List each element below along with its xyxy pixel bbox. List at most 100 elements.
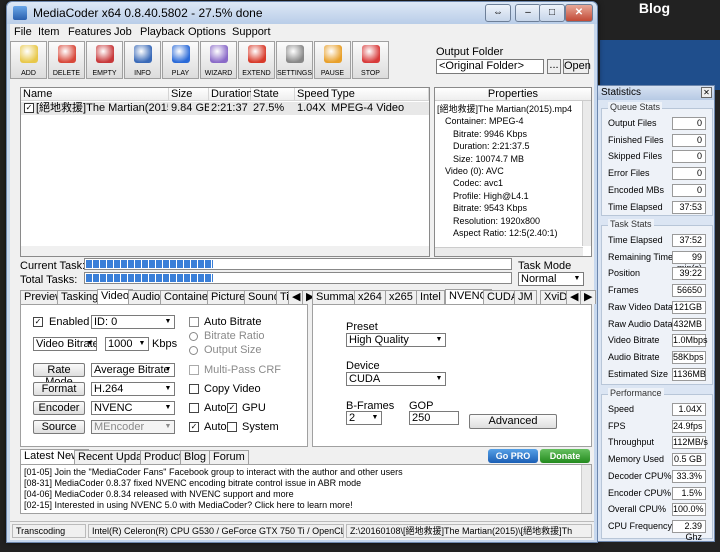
source-button[interactable]: Source	[33, 420, 85, 434]
bitrate-ratio-radio[interactable]	[189, 332, 198, 341]
tab-audio[interactable]: Audio	[128, 290, 165, 304]
minimize-button[interactable]: –	[515, 4, 541, 22]
property-line[interactable]: Bitrate: 9946 Kbps	[453, 128, 527, 140]
pause-button[interactable]: PAUSE	[314, 41, 351, 79]
go-pro-button[interactable]: Go PRO	[488, 449, 538, 463]
browse-button[interactable]: ...	[547, 59, 561, 74]
news-item[interactable]: [01-05] Join the "MediaCoder Fans" Faceb…	[24, 467, 403, 477]
property-line[interactable]: Container: MPEG-4	[445, 115, 524, 127]
device-select[interactable]: CUDA ▼	[346, 372, 446, 386]
donate-button[interactable]: Donate	[540, 449, 590, 463]
menu-support[interactable]: Support	[232, 26, 271, 38]
news-item[interactable]: [02-15] Interested in using NVENC 5.0 wi…	[24, 500, 353, 510]
format-select[interactable]: H.264 ▼	[91, 382, 175, 396]
column-duration[interactable]: Duration	[209, 88, 253, 101]
menu-item[interactable]: Item	[38, 26, 59, 38]
maximize-button[interactable]: □	[539, 4, 565, 22]
menu-playback[interactable]: Playback	[140, 26, 185, 38]
title-bar[interactable]: MediaCoder x64 0.8.40.5802 - 27.5% done …	[7, 2, 597, 24]
tab-forum[interactable]: Forum	[209, 450, 249, 464]
column-speed[interactable]: Speed	[295, 88, 329, 101]
gpu-checkbox[interactable]: ✓	[227, 403, 237, 413]
stat-value: 39:22	[672, 267, 706, 281]
encoder-auto-checkbox[interactable]	[189, 403, 199, 413]
encoder-auto-label: Auto	[204, 402, 227, 414]
source-select[interactable]: MEncoder ▼	[91, 420, 175, 434]
bframes-select[interactable]: 2 ▼	[346, 411, 382, 425]
property-line[interactable]: Codec: avc1	[453, 177, 503, 189]
column-state[interactable]: State	[251, 88, 295, 101]
menu-features[interactable]: Features	[68, 26, 111, 38]
properties-hscrollbar[interactable]	[435, 247, 583, 256]
stat-value: 37:52	[672, 234, 706, 247]
column-size[interactable]: Size	[169, 88, 209, 101]
stop-button[interactable]: STOP	[352, 41, 389, 79]
row-checkbox[interactable]: ✓	[24, 103, 34, 113]
close-button[interactable]: ✕	[565, 4, 593, 22]
enabled-checkbox[interactable]: ✓	[33, 317, 43, 327]
property-line[interactable]: Video (0): AVC	[445, 165, 504, 177]
properties-vscrollbar[interactable]	[582, 101, 591, 246]
menu-file[interactable]: File	[14, 26, 32, 38]
property-line[interactable]: Bitrate: 9543 Kbps	[453, 202, 527, 214]
encoder-select[interactable]: NVENC ▼	[91, 401, 175, 415]
system-checkbox[interactable]	[227, 422, 237, 432]
bitrate-mode-select[interactable]: Video Bitrate ▼	[33, 337, 97, 351]
close-icon[interactable]: ✕	[701, 87, 712, 98]
news-scrollbar[interactable]	[581, 465, 591, 513]
add-button[interactable]: ADD	[10, 41, 47, 79]
column-name[interactable]: Name	[21, 88, 169, 101]
compact-view-button[interactable]: ⇔	[485, 4, 511, 22]
property-line[interactable]: [絕地救援]The Martian(2015).mp4	[437, 103, 572, 115]
bitrate-value: 1000	[108, 338, 133, 350]
news-item[interactable]: [08-31] MediaCoder 0.8.37 fixed NVENC en…	[24, 478, 361, 488]
menu-options[interactable]: Options	[188, 26, 226, 38]
output-size-radio[interactable]	[189, 346, 198, 355]
tab-x265[interactable]: x265	[385, 290, 417, 304]
tab-x264[interactable]: x264	[354, 290, 386, 304]
rate-mode-select[interactable]: Average Bitrate ▼	[91, 363, 175, 377]
rate-mode-button[interactable]: Rate Mode	[33, 363, 85, 388]
tab-tasking[interactable]: Tasking	[57, 290, 103, 304]
empty-button[interactable]: EMPTY	[86, 41, 123, 79]
task-mode-select[interactable]: Normal ▼	[518, 272, 584, 286]
advanced-button[interactable]: Advanced	[469, 414, 557, 429]
file-list-scrollbar[interactable]	[21, 246, 429, 256]
tab-intel[interactable]: Intel	[416, 290, 445, 304]
source-auto-checkbox[interactable]: ✓	[189, 422, 199, 432]
auto-bitrate-checkbox[interactable]	[189, 317, 199, 327]
row-size: 9.84 GB	[171, 102, 209, 114]
property-line[interactable]: Size: 10074.7 MB	[453, 153, 524, 165]
toolbar-label: EMPTY	[92, 70, 117, 77]
column-type[interactable]: Type	[329, 88, 429, 101]
multipass-checkbox[interactable]	[189, 365, 199, 375]
output-folder-input[interactable]: <Original Folder>	[436, 59, 544, 74]
format-button[interactable]: Format	[33, 382, 85, 396]
info-button[interactable]: INFO	[124, 41, 161, 79]
statistics-title[interactable]: Statistics	[598, 86, 714, 100]
wizard-button[interactable]: WIZARD	[200, 41, 237, 79]
tab-picture[interactable]: Picture	[207, 290, 250, 304]
news-item[interactable]: [04-06] MediaCoder 0.8.34 released with …	[24, 489, 294, 499]
video-id-select[interactable]: ID: 0 ▼	[91, 315, 175, 329]
settings-button[interactable]: SETTINGS	[276, 41, 313, 79]
tab-blog[interactable]: Blog	[180, 450, 211, 464]
property-line[interactable]: Duration: 2:21:37.5	[453, 140, 530, 152]
gop-input[interactable]: 250	[409, 411, 459, 425]
file-list[interactable]: Name Size Duration State Speed Type ✓ [絕…	[20, 87, 430, 257]
extend-button[interactable]: EXTEND	[238, 41, 275, 79]
property-line[interactable]: Profile: High@L4.1	[453, 190, 529, 202]
tab-scroll-right[interactable]: ▶	[580, 290, 597, 304]
open-folder-button[interactable]: Open	[563, 59, 591, 74]
tab-jm[interactable]: JM	[514, 290, 537, 304]
encoder-button[interactable]: Encoder	[33, 401, 85, 415]
property-line[interactable]: Resolution: 1920x800	[453, 215, 540, 227]
delete-button[interactable]: DELETE	[48, 41, 85, 79]
copy-video-checkbox[interactable]	[189, 384, 199, 394]
bitrate-value-select[interactable]: 1000 ▼	[105, 337, 149, 351]
stop-icon	[362, 45, 380, 63]
property-line[interactable]: Aspect Ratio: 12:5(2.40:1)	[453, 227, 558, 239]
play-button[interactable]: PLAY	[162, 41, 199, 79]
menu-job[interactable]: Job	[114, 26, 132, 38]
preset-select[interactable]: High Quality ▼	[346, 333, 446, 347]
